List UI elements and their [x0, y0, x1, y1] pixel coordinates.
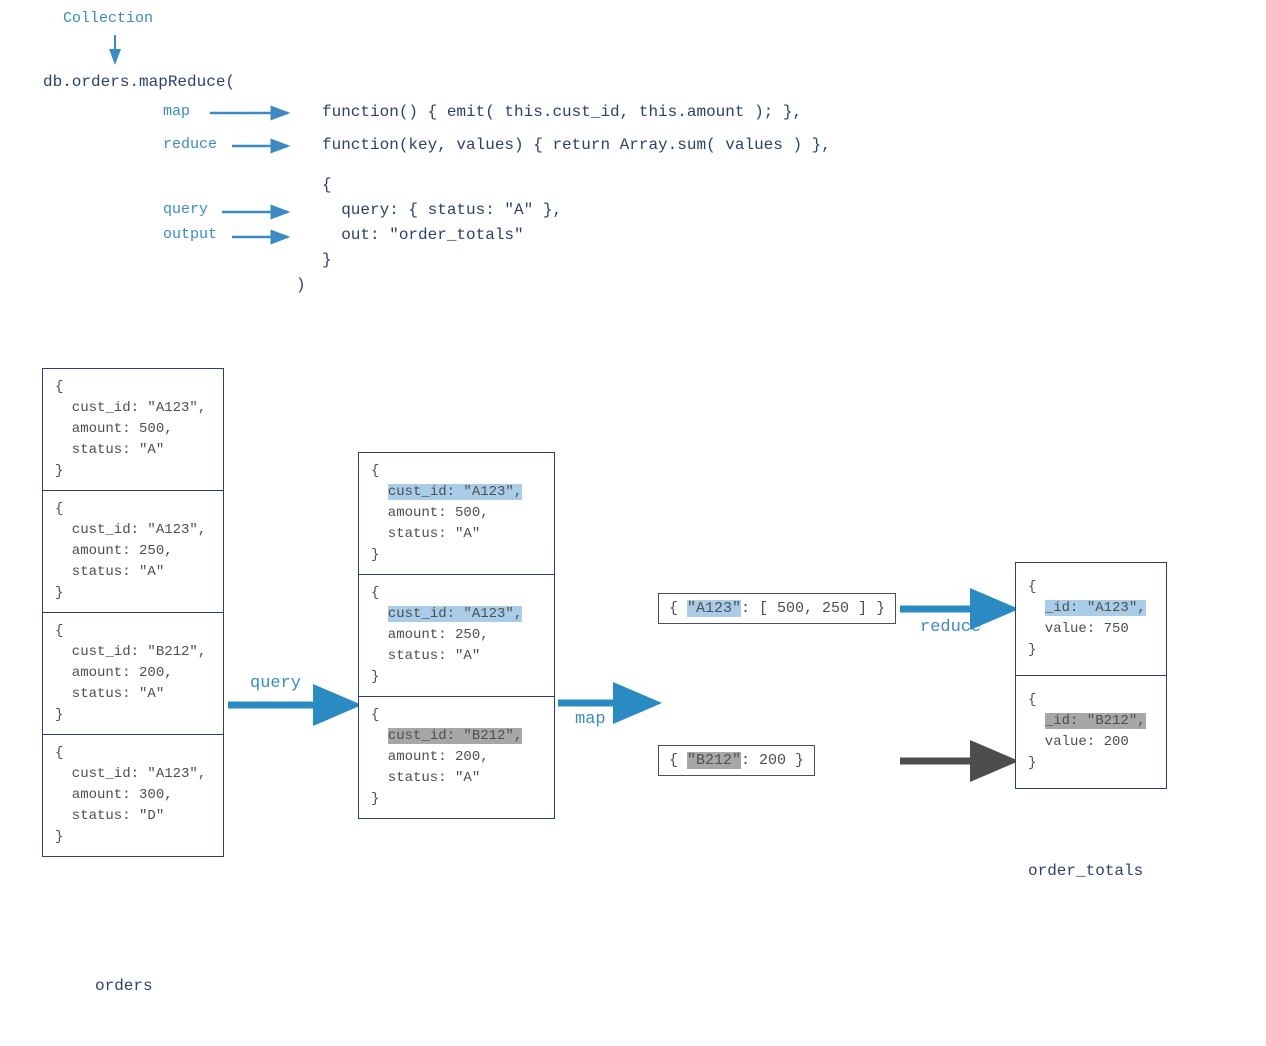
- code-map-fn: function() { emit( this.cust_id, this.am…: [322, 103, 802, 121]
- orders-doc-0: { cust_id: "A123", amount: 500, status: …: [43, 369, 223, 491]
- highlight-id-a123: _id: "A123",: [1045, 600, 1146, 616]
- result-doc-1: { _id: "B212", value: 200 }: [1016, 676, 1166, 788]
- code-reduce-fn: function(key, values) { return Array.sum…: [322, 136, 831, 154]
- reduce-arrow-label: reduce: [920, 618, 981, 637]
- orders-doc-1: { cust_id: "A123", amount: 250, status: …: [43, 491, 223, 613]
- highlight-cust-a123-1: cust_id: "A123",: [388, 484, 522, 500]
- code-query-line: query: { status: "A" },: [322, 201, 562, 219]
- orders-box: { cust_id: "A123", amount: 500, status: …: [42, 368, 224, 857]
- map-arrow-label: map: [575, 710, 606, 729]
- order-totals-caption: order_totals: [1028, 862, 1143, 880]
- code-line-1: db.orders.mapReduce(: [43, 73, 235, 91]
- code-brace-close: }: [322, 251, 332, 269]
- highlight-cust-b212: cust_id: "B212",: [388, 728, 522, 744]
- output-param-label: output: [163, 226, 217, 243]
- result-doc-0: { _id: "A123", value: 750 }: [1016, 563, 1166, 676]
- code-paren-close: ): [296, 276, 306, 294]
- orders-doc-3: { cust_id: "A123", amount: 300, status: …: [43, 735, 223, 856]
- highlight-cust-a123-2: cust_id: "A123",: [388, 606, 522, 622]
- orders-caption: orders: [95, 977, 153, 995]
- reduce-label: reduce: [163, 136, 217, 153]
- map-label: map: [163, 103, 190, 120]
- queried-doc-1: { cust_id: "A123", amount: 250, status: …: [359, 575, 554, 697]
- query-param-label: query: [163, 201, 208, 218]
- code-out-line: out: "order_totals": [322, 226, 524, 244]
- query-arrow-label: query: [250, 674, 301, 693]
- queried-box: { cust_id: "A123", amount: 500, status: …: [358, 452, 555, 819]
- code-brace-open: {: [322, 176, 332, 194]
- highlight-id-b212: _id: "B212",: [1045, 713, 1146, 729]
- orders-doc-2: { cust_id: "B212", amount: 200, status: …: [43, 613, 223, 735]
- mapped-a123: { "A123": [ 500, 250 ] }: [658, 593, 896, 624]
- mapped-b212: { "B212": 200 }: [658, 745, 815, 776]
- order-totals-box: { _id: "A123", value: 750 } { _id: "B212…: [1015, 562, 1167, 789]
- collection-label: Collection: [63, 10, 153, 27]
- queried-doc-0: { cust_id: "A123", amount: 500, status: …: [359, 453, 554, 575]
- queried-doc-2: { cust_id: "B212", amount: 200, status: …: [359, 697, 554, 818]
